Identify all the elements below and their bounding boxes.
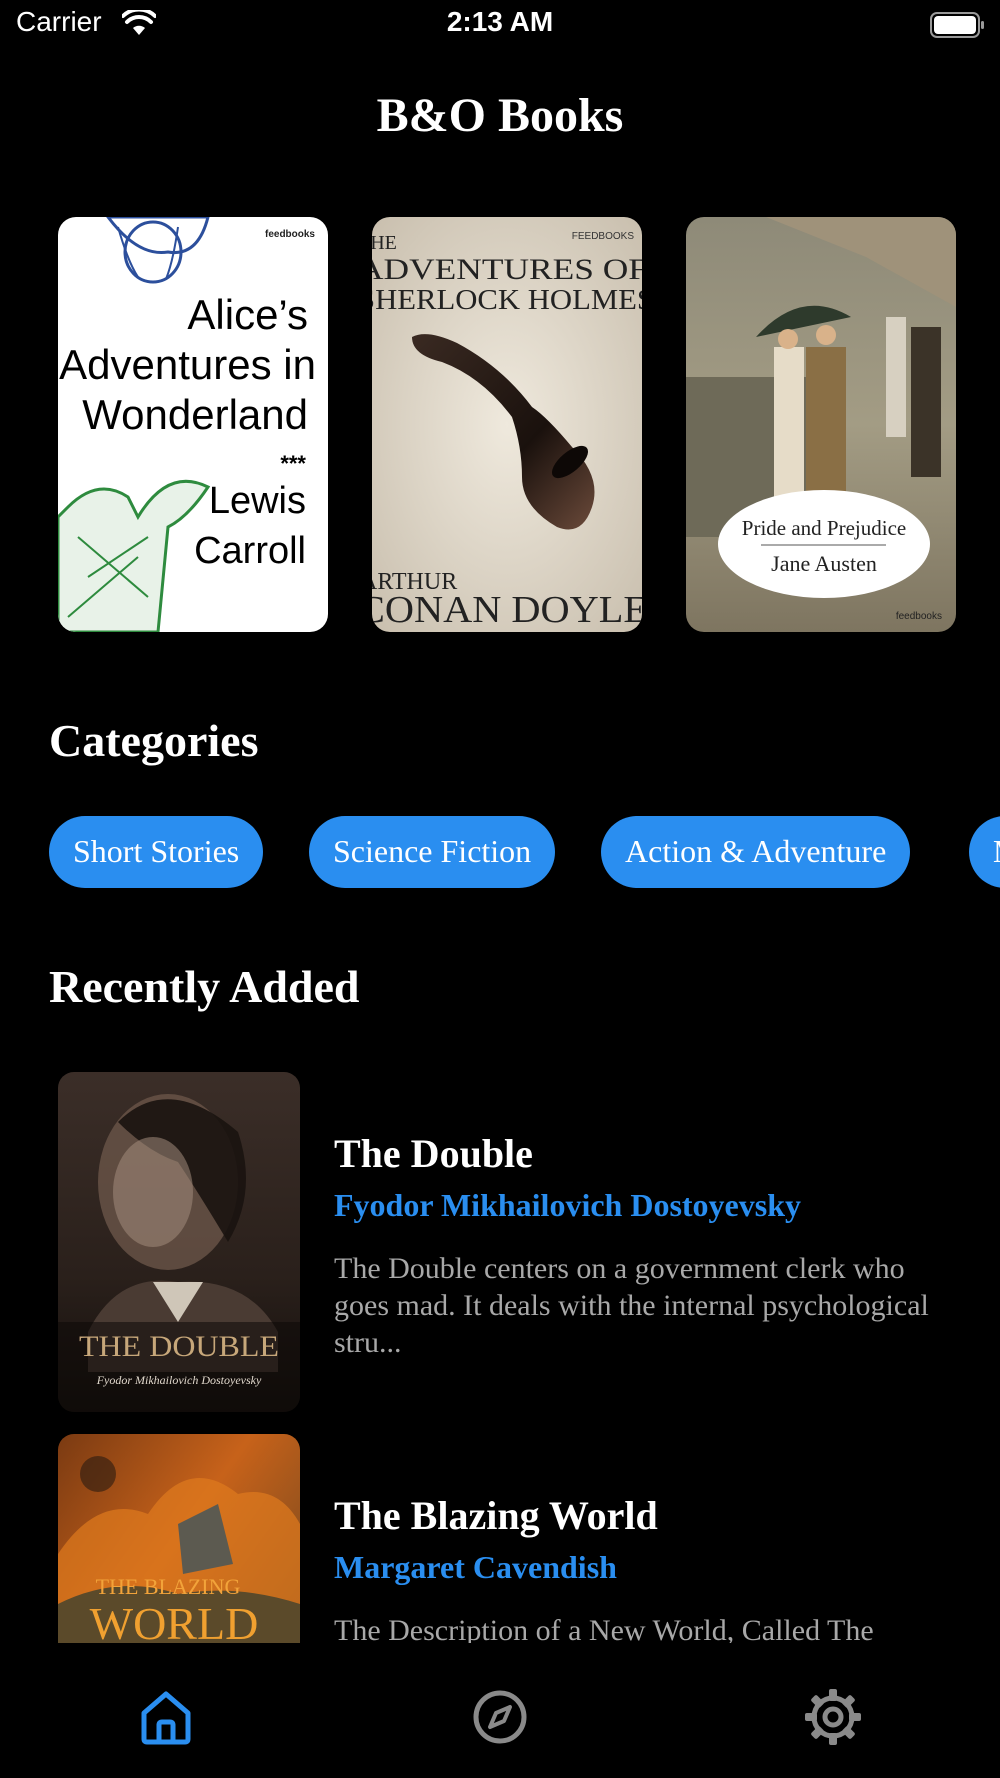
svg-text:Wonderland: Wonderland xyxy=(82,391,308,438)
book-description: The Description of a New World, Called T… xyxy=(334,1614,874,1643)
svg-text:Adventures in: Adventures in xyxy=(59,341,316,388)
svg-text:Jane Austen: Jane Austen xyxy=(771,551,877,576)
status-time: 2:13 AM xyxy=(446,6,554,37)
category-chip-mystery[interactable]: Mystery xyxy=(969,816,1000,888)
blazing-world-cover: THE BLAZING WORLD xyxy=(58,1434,300,1643)
app-title: B&O Books xyxy=(376,89,624,142)
home-icon[interactable] xyxy=(136,1687,196,1747)
featured-book-pride[interactable]: Pride and Prejudice Jane Austen feedbook… xyxy=(686,217,956,632)
svg-text:THE: THE xyxy=(372,232,397,254)
svg-text:THE DOUBLE: THE DOUBLE xyxy=(79,1330,279,1363)
sherlock-badge: FEEDBOOKS xyxy=(572,231,635,242)
svg-text:SHERLOCK HOLMES: SHERLOCK HOLMES xyxy=(372,285,642,316)
sherlock-cover: FEEDBOOKS THE ADVENTURES OF SHERLOCK HOL… xyxy=(372,217,642,632)
svg-text:***: *** xyxy=(280,451,306,476)
svg-text:CONAN DOYLE: CONAN DOYLE xyxy=(372,589,642,631)
tab-bar xyxy=(0,1643,1000,1778)
svg-text:THE BLAZING: THE BLAZING xyxy=(96,1574,241,1599)
svg-text:WORLD: WORLD xyxy=(90,1598,259,1643)
svg-text:ADVENTURES OF: ADVENTURES OF xyxy=(372,253,642,286)
recent-list[interactable]: THE DOUBLE Fyodor Mikhailovich Dostoyevs… xyxy=(58,1072,958,1643)
compass-icon[interactable] xyxy=(470,1687,530,1747)
category-chip-short-stories[interactable]: Short Stories xyxy=(49,816,264,888)
the-double-cover: THE DOUBLE Fyodor Mikhailovich Dostoyevs… xyxy=(58,1072,300,1412)
recently-added-title: Recently Added xyxy=(49,961,360,1012)
gear-icon[interactable] xyxy=(803,1687,863,1747)
book-title: The Blazing World xyxy=(334,1493,658,1538)
pride-badge: feedbooks xyxy=(896,611,942,622)
svg-text:Fyodor Mikhailovich Dostoyevsk: Fyodor Mikhailovich Dostoyevsky xyxy=(96,1373,262,1387)
book-description: The Double centers on a government clerk… xyxy=(334,1252,929,1359)
featured-book-sherlock[interactable]: FEEDBOOKS THE ADVENTURES OF SHERLOCK HOL… xyxy=(372,217,642,632)
featured-book-alice[interactable]: feedbooks Alice’s Adventures in Wonderla… xyxy=(58,217,328,632)
alice-cover: feedbooks Alice’s Adventures in Wonderla… xyxy=(58,217,328,632)
book-author[interactable]: Fyodor Mikhailovich Dostoyevsky xyxy=(334,1187,801,1224)
status-bar: Carrier 2:13 AM xyxy=(0,0,1000,50)
battery-icon xyxy=(930,12,984,38)
svg-text:Lewis: Lewis xyxy=(209,480,306,522)
recent-book-the-double[interactable]: THE DOUBLE Fyodor Mikhailovich Dostoyevs… xyxy=(58,1072,958,1412)
book-author[interactable]: Margaret Cavendish xyxy=(334,1549,617,1586)
book-title: The Double xyxy=(334,1131,533,1176)
categories-title: Categories xyxy=(49,715,259,766)
featured-carousel[interactable]: feedbooks Alice’s Adventures in Wonderla… xyxy=(58,217,958,632)
svg-text:Alice’s: Alice’s xyxy=(187,291,308,338)
category-chip-science-fiction[interactable]: Science Fiction xyxy=(309,816,556,888)
alice-badge: feedbooks xyxy=(265,229,315,240)
recent-book-the-blazing-world[interactable]: THE BLAZING WORLD The Blazing World Marg… xyxy=(58,1434,958,1643)
pride-cover: Pride and Prejudice Jane Austen feedbook… xyxy=(686,217,956,632)
svg-text:Carroll: Carroll xyxy=(194,530,306,572)
category-chip-action-adventure[interactable]: Action & Adventure xyxy=(601,816,911,888)
svg-text:Pride and Prejudice: Pride and Prejudice xyxy=(742,516,906,540)
categories-scroller[interactable]: Short Stories Science Fiction Action & A… xyxy=(49,816,1000,888)
